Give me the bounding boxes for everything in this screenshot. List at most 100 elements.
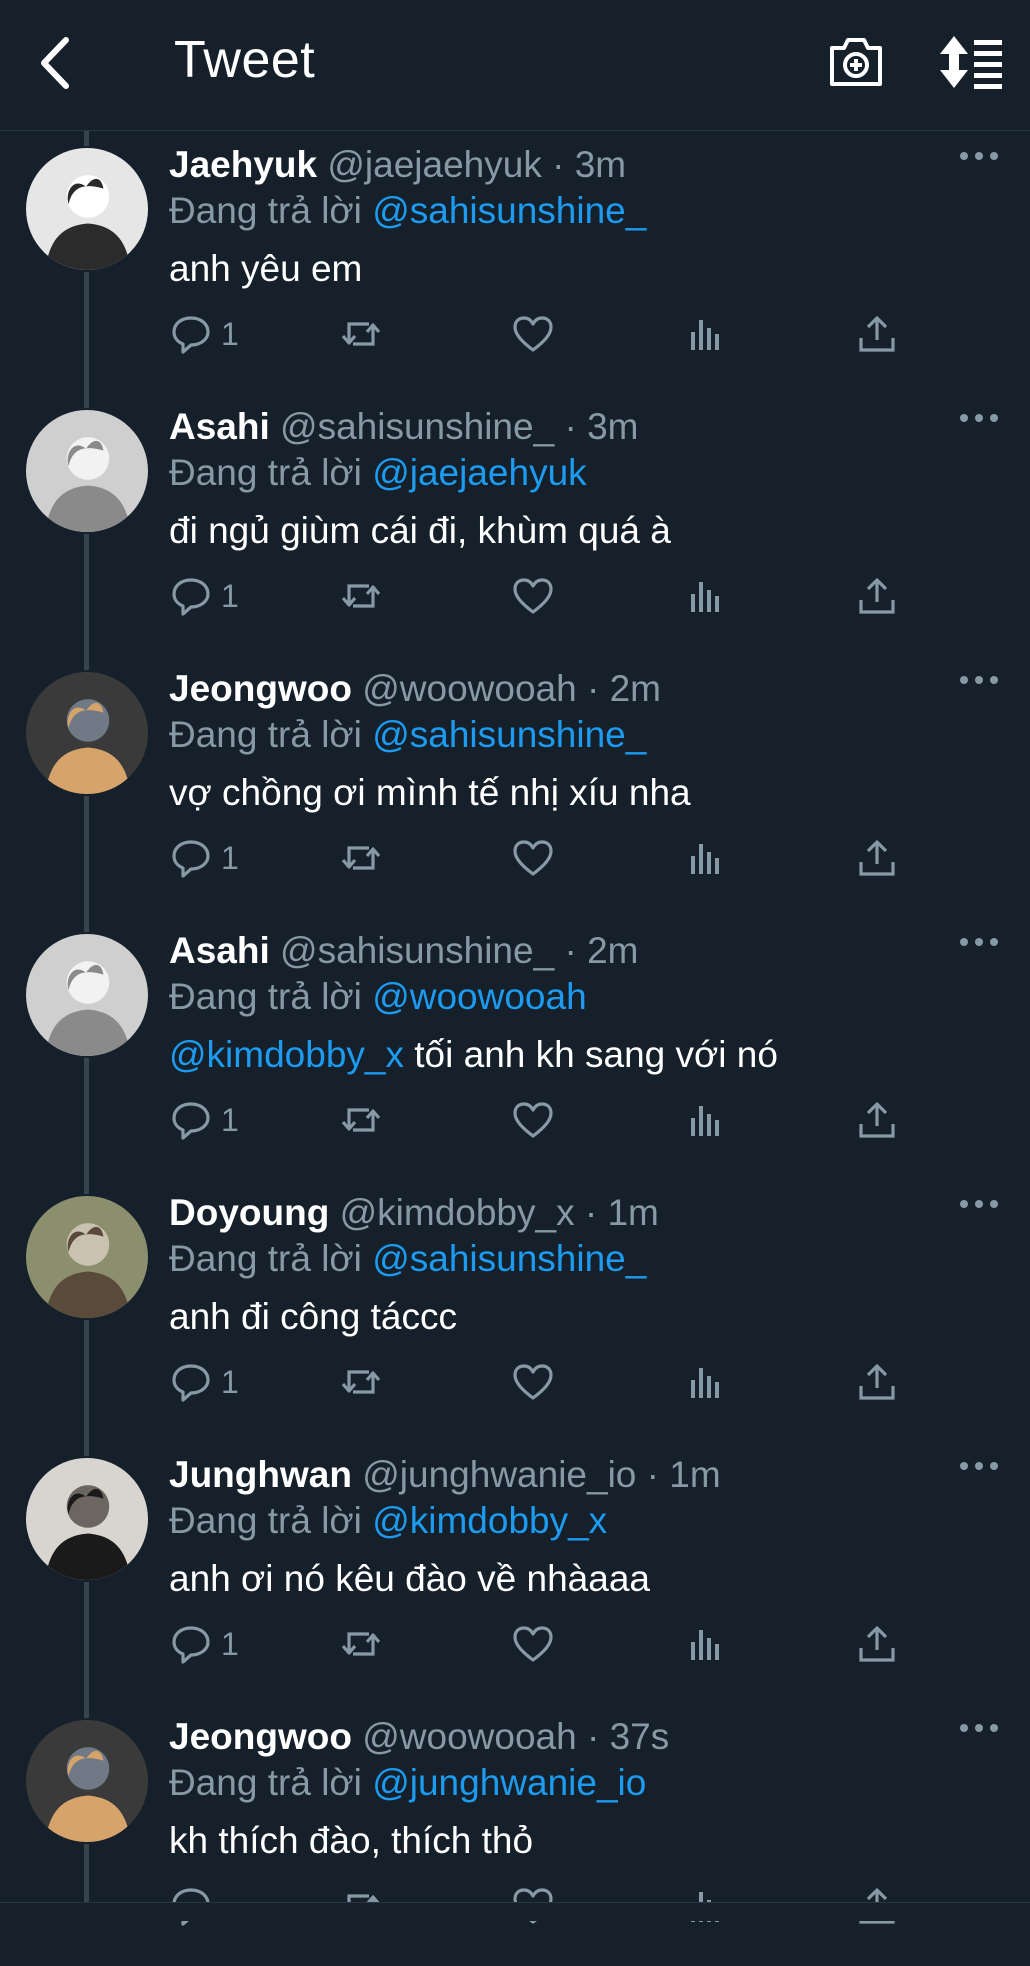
retweet-button[interactable] [339,1358,383,1406]
user-handle[interactable]: @junghwanie_io [362,1454,636,1495]
user-handle[interactable]: @sahisunshine_ [280,930,554,971]
reply-button[interactable]: 1 [169,572,239,620]
timestamp[interactable]: 37s [610,1716,670,1757]
text-mention[interactable]: @kimdobby_x [169,1034,404,1075]
like-button[interactable] [511,572,555,620]
retweet-button[interactable] [339,1620,383,1668]
like-button[interactable] [511,1620,555,1668]
avatar[interactable] [24,670,150,796]
tweet-text-content: tối anh kh sang với nó [404,1034,778,1075]
retweet-button[interactable] [339,310,383,358]
timestamp[interactable]: 2m [587,930,638,971]
share-icon [859,1626,895,1662]
more-options-button[interactable] [958,1454,1000,1478]
analytics-button[interactable] [683,1620,727,1668]
user-handle[interactable]: @woowooah [362,668,576,709]
more-options-button[interactable] [958,668,1000,692]
timestamp[interactable]: 1m [669,1454,720,1495]
page-title: Tweet [174,31,316,89]
user-handle[interactable]: @jaejaehyuk [327,144,541,185]
more-options-button[interactable] [958,1192,1000,1216]
reply-to-mention[interactable]: @junghwanie_io [372,1762,646,1803]
user-handle[interactable]: @kimdobby_x [340,1192,575,1233]
analytics-button[interactable] [683,572,727,620]
tweet-meta: Jaehyuk @jaejaehyuk · 3m [169,144,626,186]
back-button[interactable] [34,34,82,92]
tweet-meta: Jeongwoo @woowooah · 37s [169,1716,669,1758]
tweet-text-content: anh đi công táccc [169,1296,457,1337]
tweet-text-content: kh thích đào, thích thỏ [169,1820,534,1861]
tweet-item[interactable]: Asahi @sahisunshine_ · 2m Đang trả lời @w… [0,918,1030,1180]
like-button[interactable] [511,310,555,358]
tweet-item[interactable]: Jeongwoo @woowooah · 2m Đang trả lời @sah… [0,656,1030,918]
avatar-photo [26,934,148,1056]
like-button[interactable] [511,1096,555,1144]
avatar[interactable] [24,932,150,1058]
reply-to-mention[interactable]: @sahisunshine_ [372,1238,646,1279]
tweet-item[interactable]: Asahi @sahisunshine_ · 3m Đang trả lời @j… [0,394,1030,656]
timestamp[interactable]: 1m [607,1192,658,1233]
like-button[interactable] [511,834,555,882]
retweet-button[interactable] [339,572,383,620]
reply-to-mention[interactable]: @jaejaehyuk [372,452,586,493]
reply-button[interactable]: 1 [169,1358,239,1406]
avatar[interactable] [24,408,150,534]
avatar[interactable] [24,1456,150,1582]
user-name[interactable]: Junghwan [169,1454,352,1495]
tweet-item[interactable]: Jaehyuk @jaejaehyuk · 3m Đang trả lời @sa… [0,132,1030,394]
like-button[interactable] [511,1358,555,1406]
share-button[interactable] [855,1620,899,1668]
reply-to-mention[interactable]: @sahisunshine_ [372,714,646,755]
reply-to-mention[interactable]: @woowooah [372,976,586,1017]
user-name[interactable]: Jeongwoo [169,668,352,709]
timestamp[interactable]: 3m [587,406,638,447]
more-horizontal-icon [960,1200,998,1208]
more-options-button[interactable] [958,406,1000,430]
reply-button[interactable]: 1 [169,834,239,882]
more-options-button[interactable] [958,144,1000,168]
more-horizontal-icon [960,938,998,946]
reply-button[interactable]: 1 [169,310,239,358]
share-button[interactable] [855,310,899,358]
tweet-item[interactable]: Junghwan @junghwanie_io · 1m Đang trả lời… [0,1442,1030,1704]
analytics-icon [691,1368,719,1398]
analytics-button[interactable] [683,1096,727,1144]
share-button[interactable] [855,1358,899,1406]
user-name[interactable]: Asahi [169,930,270,971]
sort-button[interactable] [940,34,1006,90]
share-button[interactable] [855,1096,899,1144]
user-name[interactable]: Asahi [169,406,270,447]
share-button[interactable] [855,834,899,882]
reply-to-mention[interactable]: @kimdobby_x [372,1500,607,1541]
tweet-item[interactable]: Doyoung @kimdobby_x · 1m Đang trả lời @sa… [0,1180,1030,1442]
avatar[interactable] [24,146,150,272]
avatar[interactable] [24,1718,150,1844]
retweet-icon [341,322,381,346]
share-button[interactable] [855,572,899,620]
analytics-button[interactable] [683,834,727,882]
camera-button[interactable] [826,34,886,90]
retweet-button[interactable] [339,1096,383,1144]
avatar-photo [26,1458,148,1580]
reply-button[interactable]: 1 [169,1620,239,1668]
timestamp[interactable]: 2m [610,668,661,709]
more-options-button[interactable] [958,930,1000,954]
user-handle[interactable]: @sahisunshine_ [280,406,554,447]
analytics-button[interactable] [683,310,727,358]
heart-icon [513,1364,553,1400]
user-name[interactable]: Jeongwoo [169,1716,352,1757]
tweet-item[interactable]: Jeongwoo @woowooah · 37s Đang trả lời @ju… [0,1704,1030,1966]
reply-to-mention[interactable]: @sahisunshine_ [372,190,646,231]
user-name[interactable]: Jaehyuk [169,144,317,185]
avatar[interactable] [24,1194,150,1320]
reply-button[interactable]: 1 [169,1096,239,1144]
more-options-button[interactable] [958,1716,1000,1740]
tweet-text: vợ chồng ơi mình tế nhị xíu nha [169,772,691,814]
separator-dot: · [564,930,577,971]
user-handle[interactable]: @woowooah [362,1716,576,1757]
analytics-button[interactable] [683,1358,727,1406]
retweet-button[interactable] [339,834,383,882]
user-name[interactable]: Doyoung [169,1192,329,1233]
replying-to-label: Đang trả lời [169,714,362,755]
timestamp[interactable]: 3m [575,144,626,185]
